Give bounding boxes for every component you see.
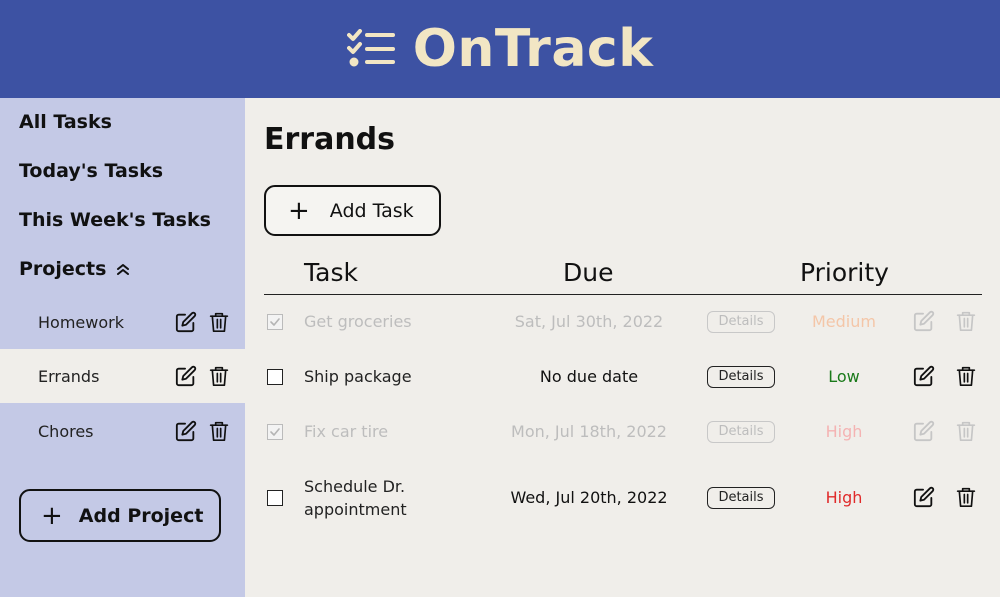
- add-task-button[interactable]: + Add Task: [264, 185, 441, 236]
- nav-all-tasks[interactable]: All Tasks: [19, 111, 112, 133]
- add-project-label: Add Project: [78, 504, 204, 527]
- column-header-task: Task: [304, 258, 358, 287]
- main-content: Errands + Add Task Task Due Priority Get…: [245, 98, 1000, 597]
- trash-icon[interactable]: [956, 486, 976, 508]
- task-due-date: No due date: [539, 367, 639, 386]
- task-priority: Medium: [812, 312, 876, 331]
- trash-icon[interactable]: [209, 311, 229, 333]
- edit-icon[interactable]: [175, 365, 197, 387]
- task-checkbox[interactable]: [267, 314, 283, 330]
- plus-icon: +: [41, 500, 63, 531]
- task-priority: Low: [828, 367, 860, 386]
- task-priority: High: [825, 488, 863, 507]
- details-button[interactable]: Details: [707, 311, 775, 333]
- task-due-date: Sat, Jul 30th, 2022: [514, 312, 664, 331]
- project-name: Homework: [38, 312, 124, 332]
- trash-icon[interactable]: [956, 365, 976, 387]
- task-checkbox[interactable]: [267, 424, 283, 440]
- project-item[interactable]: Chores: [0, 404, 245, 458]
- column-header-due: Due: [563, 258, 614, 287]
- task-due-date: Mon, Jul 18th, 2022: [511, 422, 667, 441]
- add-project-button[interactable]: + Add Project: [19, 489, 221, 542]
- sidebar: All Tasks Today's Tasks This Week's Task…: [0, 98, 245, 597]
- task-name: Schedule Dr. appointment: [304, 477, 407, 519]
- details-button[interactable]: Details: [707, 421, 775, 443]
- edit-icon[interactable]: [913, 486, 935, 508]
- project-name: Errands: [38, 366, 100, 386]
- task-priority: High: [825, 422, 863, 441]
- checklist-icon: [346, 29, 397, 69]
- task-checkbox[interactable]: [267, 490, 283, 506]
- plus-icon: +: [288, 195, 310, 226]
- nav-week-tasks[interactable]: This Week's Tasks: [19, 209, 211, 231]
- edit-icon[interactable]: [175, 420, 197, 442]
- page-title: Errands: [264, 122, 396, 157]
- app-header: OnTrack: [0, 0, 1000, 98]
- nav-todays-tasks[interactable]: Today's Tasks: [19, 160, 163, 182]
- trash-icon[interactable]: [956, 420, 976, 442]
- add-task-label: Add Task: [329, 199, 414, 222]
- task-checkbox[interactable]: [267, 369, 283, 385]
- task-due-date: Wed, Jul 20th, 2022: [510, 488, 668, 507]
- task-name: Fix car tire: [304, 422, 389, 441]
- column-header-priority: Priority: [800, 258, 889, 287]
- project-item[interactable]: Errands: [0, 349, 245, 403]
- edit-icon[interactable]: [175, 311, 197, 333]
- chevron-up-icon[interactable]: [116, 258, 130, 280]
- nav-projects[interactable]: Projects: [19, 258, 130, 280]
- project-item[interactable]: Homework: [0, 295, 245, 349]
- details-button[interactable]: Details: [707, 366, 775, 388]
- projects-label: Projects: [19, 258, 107, 280]
- trash-icon[interactable]: [956, 310, 976, 332]
- edit-icon[interactable]: [913, 420, 935, 442]
- app-title: OnTrack: [412, 19, 654, 79]
- project-name: Chores: [38, 421, 94, 441]
- task-name: Ship package: [304, 367, 412, 386]
- brand: OnTrack: [346, 19, 654, 79]
- task-name: Get groceries: [304, 312, 412, 331]
- edit-icon[interactable]: [913, 365, 935, 387]
- edit-icon[interactable]: [913, 310, 935, 332]
- trash-icon[interactable]: [209, 365, 229, 387]
- trash-icon[interactable]: [209, 420, 229, 442]
- header-divider: [264, 294, 982, 295]
- details-button[interactable]: Details: [707, 487, 775, 509]
